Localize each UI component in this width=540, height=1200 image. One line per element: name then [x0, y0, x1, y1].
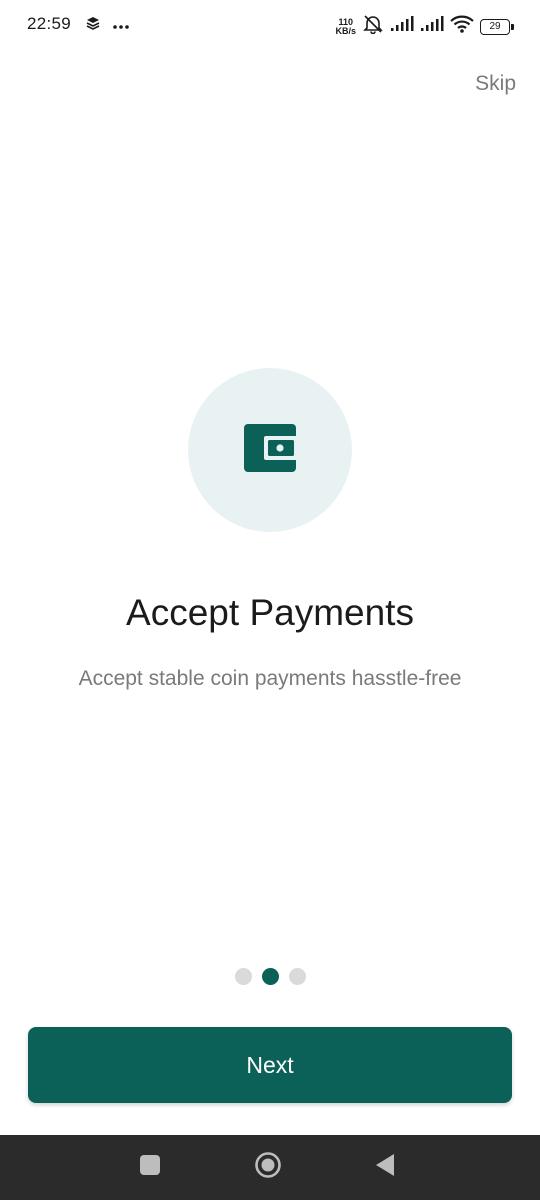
status-bar: 22:59 110 KB/s 29 [0, 0, 540, 50]
page-title: Accept Payments [126, 592, 414, 633]
mute-bell-icon [362, 14, 384, 39]
system-nav-bar [0, 1135, 540, 1200]
home-circle-icon [254, 1151, 282, 1184]
feature-icon-circle [188, 368, 352, 532]
more-dots-icon [112, 17, 130, 35]
status-left-icons [86, 16, 130, 35]
recents-square-icon [139, 1154, 161, 1181]
page-subtitle: Accept stable coin payments hasstle-free [78, 667, 462, 690]
page-dot-active [261, 968, 279, 985]
status-time: 22:59 [27, 14, 72, 33]
skip-button[interactable]: Skip [475, 72, 516, 96]
back-button[interactable] [360, 1135, 410, 1200]
net-speed: 110 KB/s [335, 17, 356, 36]
page-indicator [0, 968, 540, 985]
wallet-icon [242, 422, 298, 479]
page-dot [288, 968, 306, 985]
signal-icon [420, 16, 444, 37]
battery-icon: 29 [480, 18, 514, 35]
layers-icon [86, 16, 100, 35]
page-dot [234, 968, 252, 985]
signal-icon [390, 16, 414, 37]
wifi-icon [450, 15, 474, 38]
recents-button[interactable] [125, 1135, 175, 1200]
net-speed-unit: KB/s [335, 25, 356, 36]
home-button[interactable] [243, 1135, 293, 1200]
status-right-icons: 110 KB/s 29 [335, 14, 514, 39]
next-button[interactable]: Next [28, 1027, 512, 1103]
back-triangle-icon [374, 1153, 396, 1182]
